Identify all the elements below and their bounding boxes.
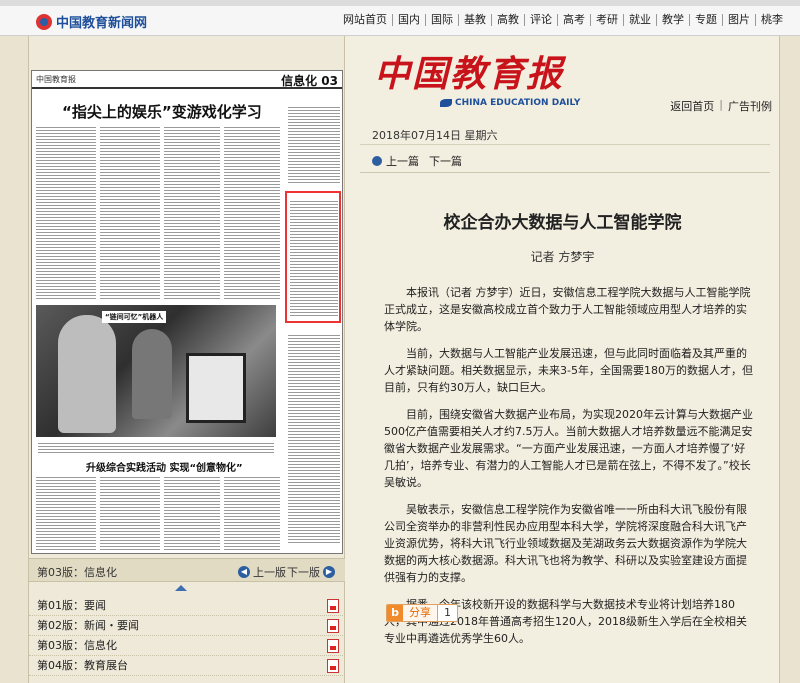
article-nav: 上一篇 下一篇 bbox=[372, 153, 462, 169]
site-header: 中国教育新闻网 网站首页 国内 国际 基教 高教 评论 高考 考研 就业 教学 专题 图片 桃李 bbox=[0, 6, 800, 36]
page-photo[interactable] bbox=[36, 305, 276, 437]
current-article-highlight[interactable] bbox=[285, 191, 341, 323]
photo-figure bbox=[58, 315, 116, 433]
page-header: 中国教育报 信息化 03 bbox=[32, 71, 342, 89]
text-column[interactable] bbox=[36, 475, 96, 551]
article-panel: 中国教育报 CHINA EDUCATION DAILY 返回首页 | 广告刊例 … bbox=[346, 36, 779, 683]
share-label: 分享 bbox=[403, 605, 437, 621]
pdf-icon[interactable] bbox=[327, 599, 339, 613]
text-column[interactable] bbox=[36, 125, 96, 301]
article-paragraph: 当前，大数据与人工智能产业发展迅速，但与此同时面临着及其严重的人才紧缺问题。相关… bbox=[384, 347, 753, 394]
prev-article-link[interactable]: 上一篇 bbox=[386, 153, 419, 169]
edition-list: 第01版：要闻第02版：新闻・要闻 第03版：信息化 第04版：教育展台 bbox=[29, 596, 345, 676]
arrow-right-icon: ▶ bbox=[323, 566, 335, 578]
nav-link[interactable]: 网站首页 bbox=[338, 14, 392, 26]
page-headline-2[interactable]: 升级综合实践活动 实现“创意物化” bbox=[86, 459, 243, 474]
arrow-left-icon: ◀ bbox=[238, 566, 250, 578]
collapse-up-icon[interactable] bbox=[175, 585, 187, 591]
share-button[interactable]: b 分享 1 bbox=[386, 604, 458, 622]
text-column[interactable] bbox=[164, 125, 220, 301]
text-column[interactable] bbox=[164, 475, 220, 551]
text-column[interactable] bbox=[100, 475, 160, 551]
issue-date: 2018年07月14日 星期六 bbox=[372, 129, 498, 142]
article-title: 校企合办大数据与人工智能学院 bbox=[443, 213, 682, 233]
current-edition: 第03版：信息化 bbox=[37, 566, 117, 579]
edition-bar: 第03版：信息化 ◀ 上一版 下一版 ▶ bbox=[29, 558, 345, 582]
article-author: 记者 方梦宇 bbox=[530, 250, 595, 264]
page-section-label: 信息化 03 bbox=[281, 74, 338, 88]
newspaper-frame: 中国教育报 信息化 03 “指尖上的娱乐”变游戏化学习 “链间可忆”机器人 升级… bbox=[28, 36, 780, 683]
back-home-link[interactable]: 返回首页 bbox=[665, 98, 719, 114]
prev-edition-label: 上一版 bbox=[253, 566, 286, 579]
article-body: 本报讯（记者 方梦宇）近日，安徽信息工程学院大数据与人工智能学院正式成立，这是安… bbox=[384, 284, 756, 657]
nav-link[interactable]: 国际 bbox=[425, 14, 458, 26]
edition-item[interactable]: 第04版：教育展台 bbox=[29, 656, 345, 676]
pdf-icon[interactable] bbox=[327, 639, 339, 653]
page-pub-name: 中国教育报 bbox=[36, 75, 76, 84]
next-edition-button[interactable]: 下一版 ▶ bbox=[287, 564, 338, 580]
nav-link[interactable]: 教学 bbox=[656, 14, 689, 26]
edition-item[interactable]: 第01版：要闻 bbox=[29, 596, 345, 616]
text-column[interactable] bbox=[224, 475, 280, 551]
share-icon: b bbox=[387, 605, 403, 621]
edition-label: 第03版：信息化 bbox=[37, 639, 117, 652]
nav-link[interactable]: 专题 bbox=[689, 14, 722, 26]
ad-rates-link[interactable]: 广告刊例 bbox=[723, 98, 777, 114]
next-edition-label: 下一版 bbox=[287, 566, 320, 579]
side-text-column[interactable] bbox=[288, 105, 340, 185]
edition-item[interactable]: 第02版：新闻・要闻 bbox=[29, 616, 345, 636]
nav-link[interactable]: 桃李 bbox=[755, 14, 788, 26]
text-column[interactable] bbox=[100, 125, 160, 301]
nav-link[interactable]: 国内 bbox=[392, 14, 425, 26]
page-subheadline[interactable]: “链间可忆”机器人 bbox=[102, 311, 167, 323]
nav-link[interactable]: 高考 bbox=[557, 14, 590, 26]
photo-figure bbox=[186, 353, 246, 423]
masthead-english: CHINA EDUCATION DAILY bbox=[440, 98, 580, 108]
site-logo[interactable]: 中国教育新闻网 bbox=[36, 12, 147, 31]
page-preview-panel: 中国教育报 信息化 03 “指尖上的娱乐”变游戏化学习 “链间可忆”机器人 升级… bbox=[29, 36, 345, 683]
article-paragraph: 本报讯（记者 方梦宇）近日，安徽信息工程学院大数据与人工智能学院正式成立，这是安… bbox=[384, 286, 751, 333]
logo-icon bbox=[36, 13, 52, 30]
article-paragraph: 吴敏表示，安徽信息工程学院作为安徽省唯一一所由科大讯飞股份有限公司全资举办的非营… bbox=[384, 503, 747, 584]
next-article-link[interactable]: 下一篇 bbox=[429, 153, 462, 169]
prev-edition-button[interactable]: ◀ 上一版 bbox=[235, 564, 286, 580]
pdf-icon[interactable] bbox=[327, 619, 339, 633]
edition-label: 第01版：要闻 bbox=[37, 599, 106, 612]
nav-link[interactable]: 考研 bbox=[590, 14, 623, 26]
site-nav: 网站首页 国内 国际 基教 高教 评论 高考 考研 就业 教学 专题 图片 桃李 bbox=[338, 14, 788, 26]
article-paragraph: 目前，围绕安徽省大数据产业布局，为实现2020年云计算与大数据产业500亿产值需… bbox=[384, 408, 753, 489]
share-count: 1 bbox=[437, 605, 457, 621]
divider bbox=[360, 172, 770, 173]
newspaper-masthead: 中国教育报 CHINA EDUCATION DAILY bbox=[374, 52, 594, 122]
site-logo-text: 中国教育新闻网 bbox=[56, 16, 148, 31]
nav-link[interactable]: 就业 bbox=[623, 14, 656, 26]
newspaper-page-image[interactable]: 中国教育报 信息化 03 “指尖上的娱乐”变游戏化学习 “链间可忆”机器人 升级… bbox=[31, 70, 343, 554]
pdf-icon[interactable] bbox=[327, 659, 339, 673]
nav-link[interactable]: 基教 bbox=[458, 14, 491, 26]
header-links: 返回首页 | 广告刊例 bbox=[665, 98, 777, 114]
edition-label: 第04版：教育展台 bbox=[37, 659, 128, 672]
side-text-column[interactable] bbox=[288, 333, 340, 543]
nav-link[interactable]: 图片 bbox=[722, 14, 755, 26]
nav-bullet-icon bbox=[372, 156, 382, 166]
edition-item[interactable]: 第03版：信息化 bbox=[29, 636, 345, 656]
nav-link[interactable]: 高教 bbox=[491, 14, 524, 26]
photo-caption bbox=[38, 441, 274, 455]
nav-link[interactable]: 评论 bbox=[524, 14, 557, 26]
edition-label: 第02版：新闻・要闻 bbox=[37, 619, 139, 632]
text-column[interactable] bbox=[224, 125, 280, 301]
divider bbox=[360, 144, 770, 145]
page-headline[interactable]: “指尖上的娱乐”变游戏化学习 bbox=[62, 101, 262, 122]
masthead-title: 中国教育报 bbox=[374, 53, 565, 95]
photo-figure bbox=[132, 329, 172, 419]
